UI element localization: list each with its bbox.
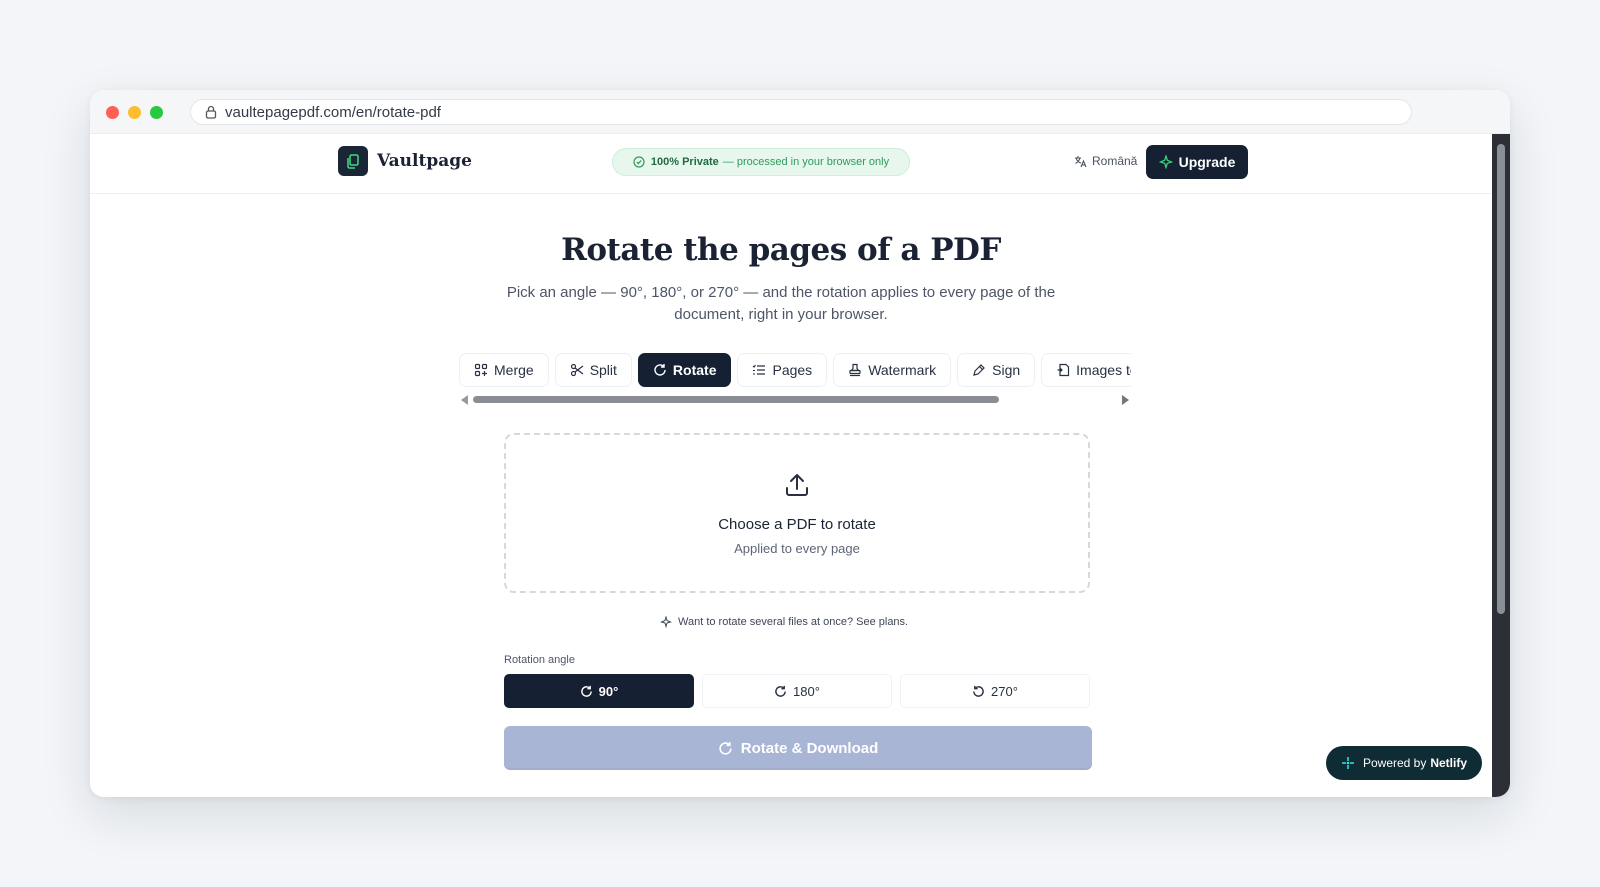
rotate-clockwise-icon [775,685,786,697]
tabs-scrollbar[interactable] [459,393,1131,405]
netlify-prefix: Powered by [1362,756,1427,770]
browser-chrome: vaultepagepdf.com/en/rotate-pdf [90,90,1510,134]
netlify-name: Netlify [1430,756,1468,770]
rotation-angle-selector: 90° 180° 270° [504,674,1090,708]
tab-pages[interactable]: Pages [737,353,828,387]
see-plans-link[interactable]: Want to rotate several files at once? Se… [660,616,908,628]
netlify-logo-icon [1341,757,1354,769]
tab-merge[interactable]: Merge [459,353,549,387]
rotation-angle-label: Rotation angle [504,654,575,666]
tab-rotate[interactable]: Rotate [637,353,732,387]
plans-hint-text: Want to rotate several files at once? Se… [678,616,909,628]
language-switcher[interactable]: Română [1074,154,1137,168]
privacy-text: — processed in your browser only [722,156,890,168]
angle-option-90[interactable]: 90° [504,674,694,708]
tabs-scroll-thumb[interactable] [473,396,999,403]
image-icon [1057,363,1070,377]
page-title: Rotate the pages of a PDF [561,232,1001,268]
maximize-window-button[interactable] [150,106,163,119]
angle-option-180[interactable]: 180° [702,674,892,708]
list-icon [753,364,766,375]
scissors-icon [570,363,584,377]
angle-label: 180° [793,683,820,699]
pdf-dropzone[interactable]: Choose a PDF to rotate Applied to every … [504,433,1090,593]
address-bar[interactable]: vaultepagepdf.com/en/rotate-pdf [190,99,1412,125]
vault-logo-icon [338,146,368,176]
brand-name: Vaultpage [377,151,472,171]
scroll-left-arrow-icon[interactable] [461,395,468,405]
lock-icon [205,105,217,119]
rotate-download-label: Rotate & Download [740,739,879,757]
tab-label: Images to PDF [1076,362,1131,378]
rotate-clockwise-icon [580,685,592,697]
top-navigation: Vaultpage 100% Private — processed in yo… [90,134,1492,194]
translate-icon [1075,155,1087,167]
page-subtitle: Pick an angle — 90°, 180°, or 270° — and… [506,284,1056,323]
close-window-button[interactable] [106,106,119,119]
rotate-counterclockwise-icon [973,685,984,697]
page-scrollbar[interactable] [1492,134,1510,797]
scroll-right-arrow-icon[interactable] [1122,395,1129,405]
sparkle-icon [660,616,672,628]
minimize-window-button[interactable] [128,106,141,119]
tab-sign[interactable]: Sign [957,353,1036,387]
tool-tabs: Merge Split Rotate Pages Watermark Sign … [459,353,1131,387]
dropzone-subtitle: Applied to every page [734,541,860,556]
privacy-strong: 100% Private [650,156,719,168]
tab-label: Split [589,362,617,378]
stamp-icon [849,363,861,377]
upgrade-label: Upgrade [1178,154,1236,170]
tab-label: Pages [772,362,813,378]
upgrade-button[interactable]: Upgrade [1146,145,1248,179]
tab-label: Merge [494,362,534,378]
privacy-badge: 100% Private — processed in your browser… [612,148,910,176]
rotate-download-button[interactable]: Rotate & Download [504,726,1092,770]
sparkle-icon [1158,155,1173,169]
dropzone-title: Choose a PDF to rotate [718,516,876,533]
tab-split[interactable]: Split [554,353,632,387]
rotate-icon [719,741,732,755]
angle-option-270[interactable]: 270° [900,674,1090,708]
shield-check-icon [633,156,645,168]
angle-label: 270° [991,683,1018,699]
tab-label: Watermark [868,362,937,378]
page-scroll-thumb[interactable] [1497,144,1505,614]
tab-label: Rotate [672,362,717,378]
netlify-badge[interactable]: Powered by Netlify [1326,746,1482,780]
browser-window: vaultepagepdf.com/en/rotate-pdf Vaultpag… [90,90,1510,797]
angle-label: 90° [598,683,619,699]
page-content: Vaultpage 100% Private — processed in yo… [90,134,1492,797]
url-text: vaultepagepdf.com/en/rotate-pdf [225,103,441,121]
pen-icon [973,364,985,376]
brand-logo[interactable]: Vaultpage [338,146,472,176]
upload-icon [786,474,808,496]
tab-label: Sign [992,362,1021,378]
tab-watermark[interactable]: Watermark [833,353,952,387]
tab-images-to-pdf[interactable]: Images to PDF [1041,353,1131,387]
merge-icon [474,363,488,377]
language-label: Română [1092,154,1138,168]
rotate-icon [654,364,666,376]
